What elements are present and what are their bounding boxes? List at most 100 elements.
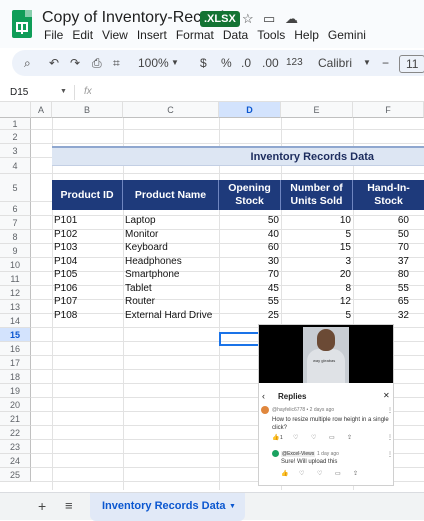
heart-icon[interactable]: ♡ [311,434,316,441]
menu-help[interactable]: Help [294,28,319,42]
row-header-12[interactable]: 12 [0,286,31,300]
menu-view[interactable]: View [102,28,128,42]
row-header-22[interactable]: 22 [0,426,31,440]
row-header-21[interactable]: 21 [0,412,31,426]
cell-opening-stock[interactable]: 45 [219,282,279,295]
menu-gemini[interactable]: Gemini [328,28,366,42]
header-product-name[interactable]: Product Name [123,180,219,210]
column-header-a[interactable]: A [31,102,52,118]
sheet-banner-title[interactable]: Inventory Records Data [52,146,424,166]
cell-units-sold[interactable]: 3 [281,255,351,268]
like-icon[interactable]: 👍 [281,470,288,477]
heart-icon[interactable]: ♡ [317,470,322,477]
cell-product-name[interactable]: External Hard Drive [125,309,219,322]
header-opening-stock[interactable]: Opening Stock [219,180,281,210]
cell-opening-stock[interactable]: 40 [219,228,279,241]
row-header-4[interactable]: 4 [0,158,31,174]
row-header-9[interactable]: 9 [0,244,31,258]
font-select[interactable]: Calibri [318,54,352,72]
more-options-icon[interactable]: ⋮ [387,451,393,458]
menu-edit[interactable]: Edit [72,28,93,42]
name-box[interactable]: D15 [10,87,28,98]
cell-units-sold[interactable]: 8 [281,282,351,295]
menu-format[interactable]: Format [176,28,214,42]
font-size-decrease-icon[interactable]: − [382,54,389,72]
cell-units-sold[interactable]: 5 [281,228,351,241]
cell-product-id[interactable]: P108 [54,309,123,322]
cell-product-name[interactable]: Keyboard [125,241,219,254]
tab-dropdown-icon[interactable]: ▼ [229,503,236,510]
cell-hand-in-stock[interactable]: 60 [353,214,409,227]
row-header-1[interactable]: 1 [0,118,31,130]
back-arrow-icon[interactable]: ‹ [262,391,265,401]
cell-hand-in-stock[interactable]: 65 [353,295,409,308]
zoom-select[interactable]: 100% [138,54,169,72]
increase-decimal-button[interactable]: .00 [262,54,279,72]
video-player[interactable]: way gleabas [259,325,393,383]
column-header-e[interactable]: E [281,102,353,118]
header-units-sold[interactable]: Number of Units Sold [281,180,353,210]
currency-button[interactable]: $ [200,54,207,72]
cell-product-name[interactable]: Smartphone [125,268,219,281]
header-product-id[interactable]: Product ID [52,180,123,210]
row-header-18[interactable]: 18 [0,370,31,384]
header-hand-in-stock[interactable]: Hand-In-Stock [353,180,424,210]
cell-hand-in-stock[interactable]: 80 [353,268,409,281]
close-icon[interactable]: ✕ [383,391,390,400]
cell-product-name[interactable]: Router [125,295,219,308]
video-overlay[interactable]: way gleabas ‹ Replies ✕ @hayfelic6778 • … [258,324,394,486]
cell-units-sold[interactable]: 12 [281,295,351,308]
cell-units-sold[interactable]: 20 [281,268,351,281]
cell-product-name[interactable]: Tablet [125,282,219,295]
select-all-corner[interactable] [0,102,31,118]
cell-hand-in-stock[interactable]: 50 [353,228,409,241]
cell-opening-stock[interactable]: 70 [219,268,279,281]
column-header-d[interactable]: D [219,102,281,118]
row-header-3[interactable]: 3 [0,144,31,158]
sheet-tab-inventory[interactable]: Inventory Records Data ▼ [90,493,245,521]
row-header-17[interactable]: 17 [0,356,31,370]
cell-hand-in-stock[interactable]: 70 [353,241,409,254]
row-header-2[interactable]: 2 [0,130,31,144]
cell-opening-stock[interactable]: 50 [219,214,279,227]
cell-units-sold[interactable]: 15 [281,241,351,254]
menu-data[interactable]: Data [223,28,248,42]
row-header-10[interactable]: 10 [0,258,31,272]
cell-product-id[interactable]: P106 [54,282,123,295]
column-header-f[interactable]: F [353,102,424,118]
row-header-15[interactable]: 15 [0,328,31,342]
reply-icon[interactable]: ▭ [335,470,341,477]
row-header-8[interactable]: 8 [0,230,31,244]
dislike-icon[interactable]: ♡ [299,470,304,477]
print-icon[interactable]: ⎙ [92,54,102,72]
row-header-25[interactable]: 25 [0,468,31,482]
name-box-dropdown-icon[interactable]: ▼ [60,88,67,95]
cell-units-sold[interactable]: 10 [281,214,351,227]
search-icon[interactable]: ⌕ [24,54,31,72]
redo-icon[interactable]: ↷ [70,54,80,72]
font-size-input[interactable]: 11 [399,55,424,73]
menu-file[interactable]: File [44,28,63,42]
all-sheets-menu-button[interactable]: ≡ [65,498,73,513]
cell-product-name[interactable]: Monitor [125,228,219,241]
cell-units-sold[interactable]: 5 [281,309,351,322]
row-header-19[interactable]: 19 [0,384,31,398]
font-dropdown-icon[interactable]: ▼ [363,54,371,72]
cell-opening-stock[interactable]: 30 [219,255,279,268]
more-options-icon[interactable]: ⋮ [387,407,393,414]
column-header-b[interactable]: B [52,102,123,118]
cell-hand-in-stock[interactable]: 37 [353,255,409,268]
dislike-icon[interactable]: ♡ [293,434,298,441]
add-sheet-button[interactable]: + [38,498,46,514]
share-icon[interactable]: ⇪ [347,434,352,441]
row-header-5[interactable]: 5 [0,174,31,202]
menu-insert[interactable]: Insert [137,28,167,42]
row-header-6[interactable]: 6 [0,202,31,216]
star-icon[interactable]: ☆ [242,11,254,27]
menu-tools[interactable]: Tools [257,28,285,42]
percent-button[interactable]: % [221,54,232,72]
cell-opening-stock[interactable]: 25 [219,309,279,322]
move-folder-icon[interactable]: ▭ [263,11,275,27]
paint-format-icon[interactable]: ⌗ [113,54,120,72]
cell-opening-stock[interactable]: 60 [219,241,279,254]
